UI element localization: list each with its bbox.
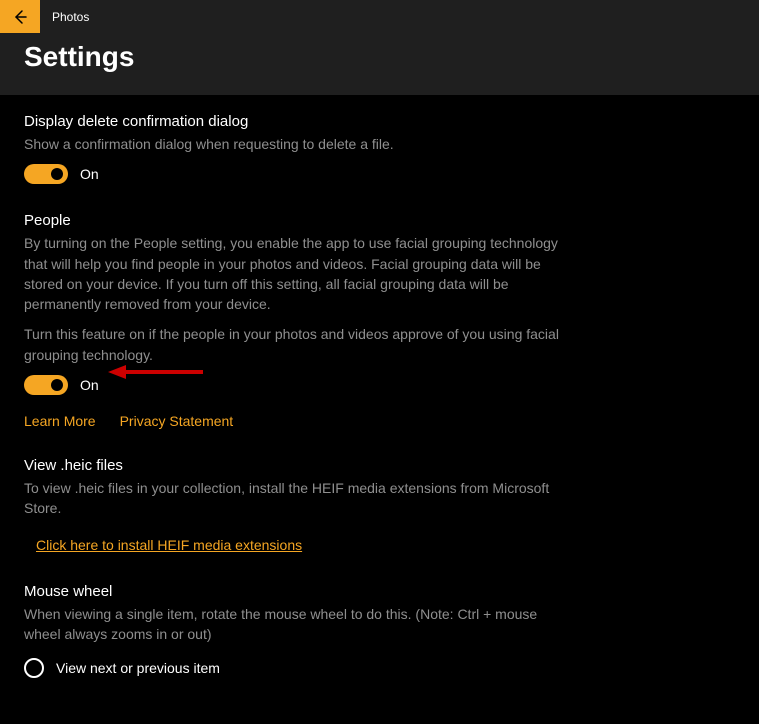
toggle-state-label: On — [80, 166, 99, 182]
section-description: To view .heic files in your collection, … — [24, 478, 576, 519]
page-title: Settings — [24, 41, 735, 73]
section-title: Display delete confirmation dialog — [24, 113, 576, 130]
toggle-knob-icon — [51, 379, 63, 391]
toggle-row: On — [24, 164, 576, 184]
section-people: People By turning on the People setting,… — [24, 212, 576, 429]
settings-content: Display delete confirmation dialog Show … — [0, 95, 600, 724]
radio-row: View next or previous item — [24, 658, 576, 678]
section-description-extra: Turn this feature on if the people in yo… — [24, 324, 576, 365]
section-title: View .heic files — [24, 457, 576, 474]
section-mouse-wheel: Mouse wheel When viewing a single item, … — [24, 583, 576, 679]
delete-confirmation-toggle[interactable] — [24, 164, 68, 184]
people-toggle[interactable] — [24, 375, 68, 395]
heif-install-link[interactable]: Click here to install HEIF media extensi… — [36, 537, 302, 553]
toggle-state-label: On — [80, 377, 99, 393]
back-arrow-icon — [12, 9, 28, 25]
section-heic: View .heic files To view .heic files in … — [24, 457, 576, 555]
toggle-knob-icon — [51, 168, 63, 180]
back-button[interactable] — [0, 0, 40, 33]
toggle-row: On — [24, 375, 576, 395]
section-description: Show a confirmation dialog when requesti… — [24, 134, 576, 154]
page-header: Settings — [0, 33, 759, 95]
app-title: Photos — [52, 10, 89, 24]
section-delete-confirmation: Display delete confirmation dialog Show … — [24, 113, 576, 184]
radio-label: View next or previous item — [56, 660, 220, 676]
learn-more-link[interactable]: Learn More — [24, 413, 96, 429]
titlebar: Photos — [0, 0, 759, 33]
section-title: People — [24, 212, 576, 229]
section-description: When viewing a single item, rotate the m… — [24, 604, 576, 645]
mouse-wheel-radio-next-prev[interactable] — [24, 658, 44, 678]
people-links: Learn More Privacy Statement — [24, 413, 576, 429]
section-description: By turning on the People setting, you en… — [24, 233, 576, 314]
section-title: Mouse wheel — [24, 583, 576, 600]
privacy-statement-link[interactable]: Privacy Statement — [120, 413, 234, 429]
